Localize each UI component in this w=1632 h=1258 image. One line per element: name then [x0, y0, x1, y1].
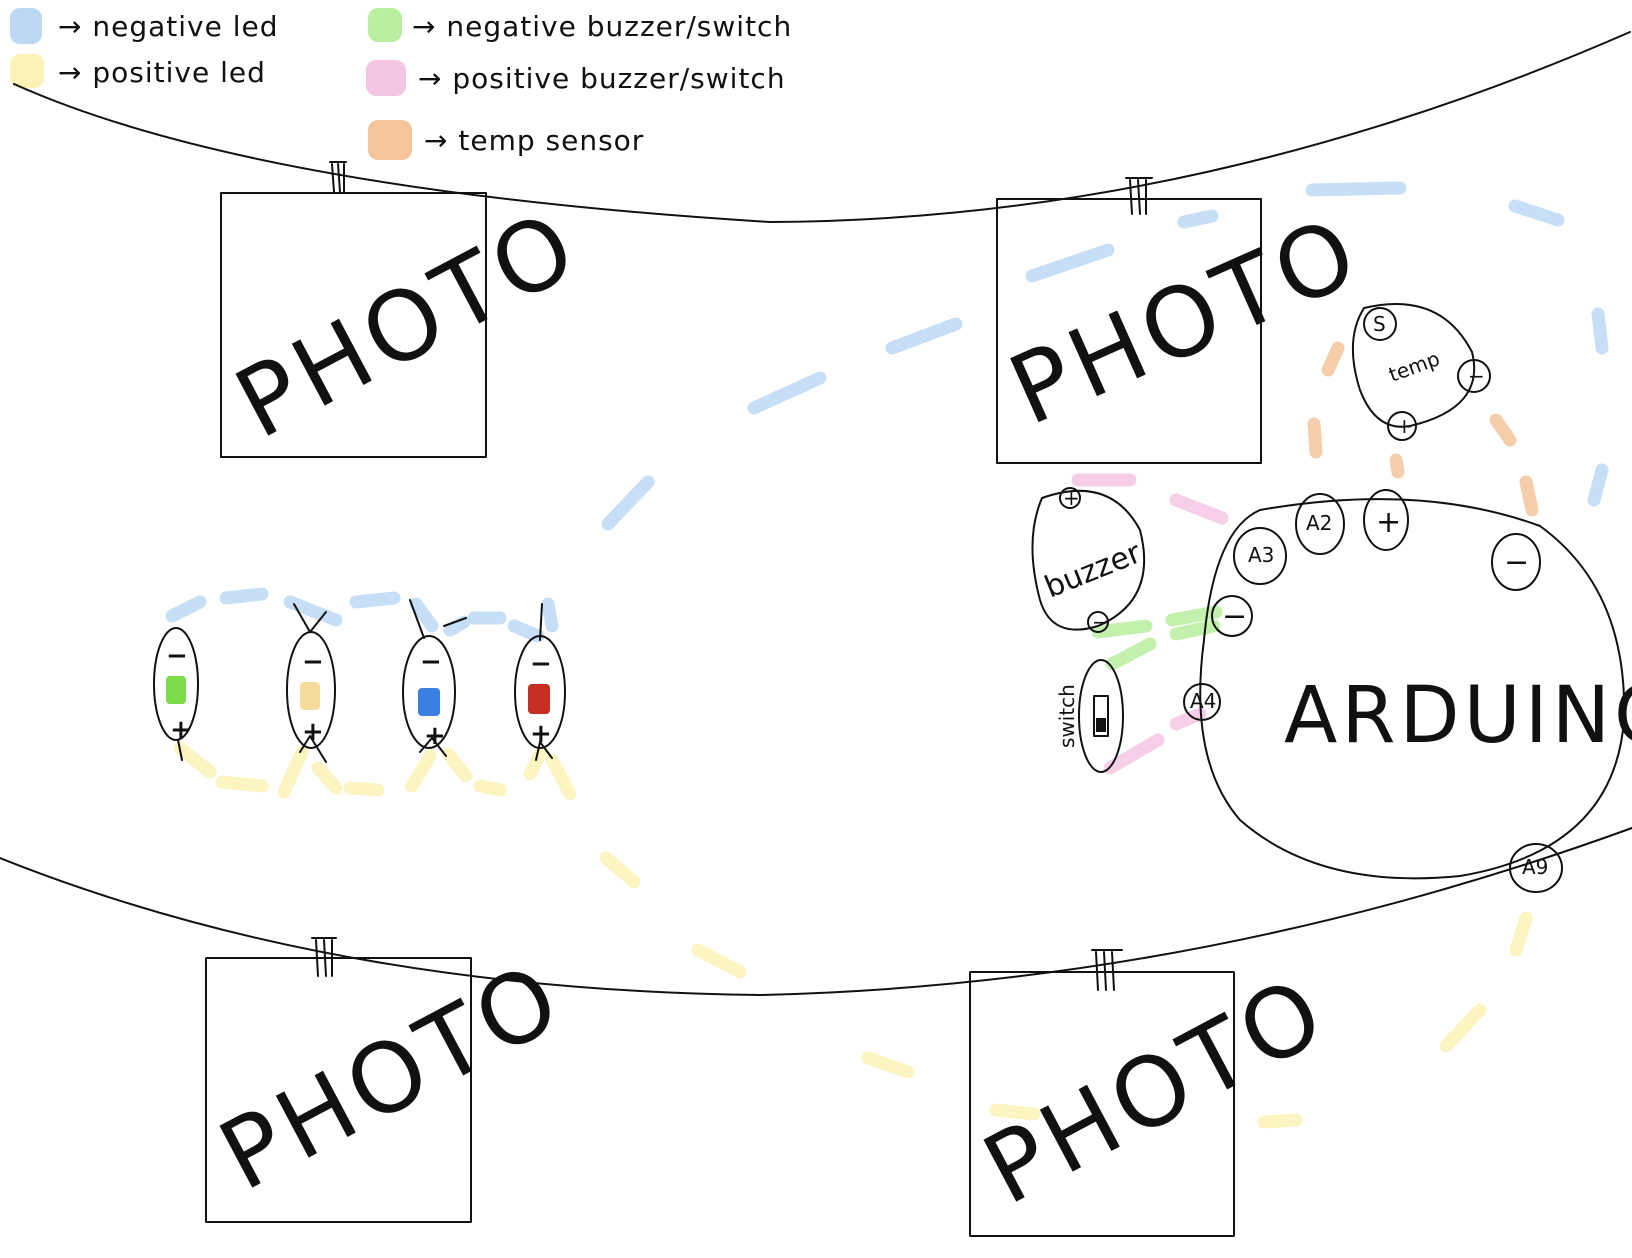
arduino-pin-minus: − — [1504, 545, 1529, 580]
negative-buzzer-switch-wire — [1091, 605, 1223, 671]
photo-label: PHOTO — [202, 940, 581, 1213]
switch: switch — [1055, 659, 1124, 773]
photo-label: PHOTO — [994, 194, 1377, 447]
legend-swatch-temp-sensor — [368, 120, 412, 160]
led-red: − + — [514, 635, 566, 749]
bottom-string — [0, 827, 1632, 996]
led-color-fill — [418, 688, 440, 716]
photo-label: PHOTO — [966, 954, 1345, 1227]
led-negative-sign: − — [530, 649, 552, 679]
legend: → negative led → positive led → negative… — [10, 8, 792, 160]
led-negative-sign: − — [302, 647, 324, 677]
photo-1: PHOTO — [218, 161, 597, 461]
arduino-pin-a3: A3 — [1248, 543, 1274, 567]
photo-label: PHOTO — [218, 188, 597, 461]
led-cream: − + — [286, 631, 336, 749]
temp-label: temp — [1386, 346, 1443, 386]
photo-4: PHOTO — [966, 949, 1345, 1237]
buzzer-minus-sign: − — [1092, 610, 1109, 634]
arduino-pin-ground: − — [1222, 599, 1247, 634]
led-negative-sign: − — [166, 641, 188, 671]
buzzer: buzzer + − — [1031, 486, 1147, 634]
temp-s-pin: S — [1373, 312, 1386, 336]
arduino: ARDUINO A3 A2 + − − A4 A9 — [1183, 489, 1632, 893]
legend-label-positive-buzzer-switch: → positive buzzer/switch — [418, 62, 786, 95]
legend-label-negative-buzzer-switch: → negative buzzer/switch — [412, 10, 792, 43]
negative-led-wire — [165, 181, 1609, 643]
legend-swatch-positive-led — [10, 54, 44, 88]
legend-swatch-negative-led — [10, 8, 42, 44]
temp-minus-pin: − — [1468, 364, 1485, 388]
arduino-pin-a2: A2 — [1306, 511, 1332, 535]
led-color-fill — [528, 684, 550, 714]
legend-label-temp-sensor: → temp sensor — [424, 124, 644, 157]
led-positive-sign: + — [170, 715, 192, 745]
wiring-sketch: → negative led → positive led → negative… — [0, 8, 1632, 1237]
arduino-pin-a4: A4 — [1190, 689, 1216, 713]
led-color-fill — [300, 682, 320, 710]
legend-label-positive-led: → positive led — [58, 56, 266, 89]
led-green: − + — [153, 627, 199, 745]
led-blue: − + — [402, 635, 456, 751]
clip-icon — [1091, 949, 1123, 991]
arduino-label: ARDUINO — [1284, 671, 1632, 761]
buzzer-label: buzzer — [1040, 535, 1147, 605]
photo-3: PHOTO — [202, 937, 581, 1223]
buzzer-plus-sign: + — [1063, 486, 1080, 510]
arduino-pin-plus: + — [1376, 505, 1401, 540]
led-color-fill — [166, 676, 186, 704]
led-positive-sign: + — [424, 721, 446, 751]
legend-swatch-negative-buzzer-switch — [368, 8, 402, 42]
arduino-pin-a9: A9 — [1522, 855, 1548, 879]
led-negative-sign: − — [420, 647, 442, 677]
clip-icon — [329, 161, 347, 193]
legend-label-negative-led: → negative led — [58, 10, 279, 43]
switch-label: switch — [1055, 684, 1079, 748]
temp-plus-pin: + — [1396, 414, 1413, 438]
temp-sensor: temp S − + — [1351, 303, 1491, 441]
legend-swatch-positive-buzzer-switch — [366, 60, 406, 96]
